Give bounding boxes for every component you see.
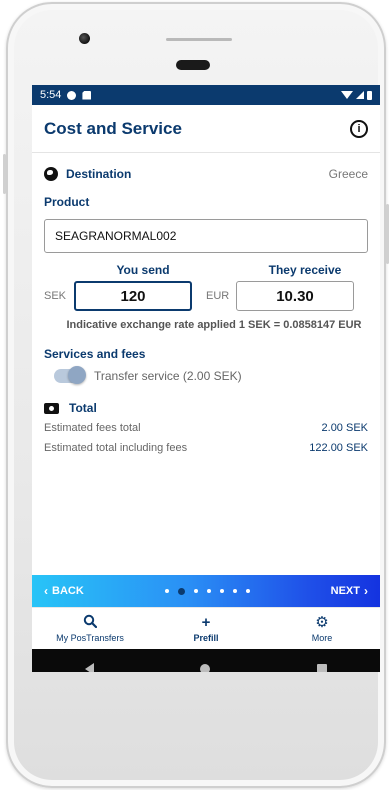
- tab-label: Prefill: [193, 633, 219, 643]
- total-label: Total: [69, 401, 97, 415]
- page-title: Cost and Service: [44, 118, 182, 138]
- back-button-label: BACK: [52, 585, 84, 597]
- product-label: Product: [44, 195, 90, 209]
- services-label-row: Services and fees: [32, 347, 380, 361]
- page-dot: [206, 589, 211, 593]
- signal-icon: [356, 91, 364, 99]
- page-indicator: [84, 587, 331, 595]
- next-button-label: NEXT: [330, 585, 360, 597]
- phone-screen: 5:54 Cost and Service i Destination Gree…: [32, 85, 380, 672]
- receive-label: They receive: [268, 263, 342, 277]
- tab-label: My PosTransfers: [56, 633, 124, 643]
- chevron-left-icon: ‹: [44, 584, 48, 598]
- receive-currency: EUR: [206, 290, 230, 302]
- send-label: You send: [116, 263, 170, 277]
- send-amount-input[interactable]: 120: [74, 281, 192, 311]
- transfer-service-label: Transfer service (2.00 SEK): [94, 369, 242, 383]
- product-field[interactable]: SEAGRANORMAL002: [44, 219, 368, 253]
- amounts-section: You send SEK 120 They receive EUR 10.30: [32, 263, 380, 311]
- android-recents-icon[interactable]: [316, 664, 327, 672]
- tab-prefill[interactable]: + Prefill: [156, 614, 256, 643]
- wifi-icon: [341, 91, 353, 99]
- fee-line-value: 122.00 SEK: [309, 442, 368, 454]
- page-dot: [232, 589, 237, 593]
- fee-line-value: 2.00 SEK: [321, 422, 368, 434]
- product-label-row: Product: [32, 195, 380, 209]
- notification-icon: [67, 90, 77, 100]
- fee-line: Estimated fees total 2.00 SEK: [32, 421, 380, 435]
- pager-bar: ‹ BACK NEXT ›: [32, 575, 380, 607]
- status-bar: 5:54: [32, 85, 380, 105]
- volume-button: [3, 154, 6, 194]
- search-icon: [83, 614, 98, 632]
- services-label: Services and fees: [44, 347, 146, 361]
- back-button[interactable]: ‹ BACK: [44, 584, 84, 598]
- total-label-row: Total: [32, 401, 380, 415]
- fee-line-key: Estimated total including fees: [44, 442, 188, 454]
- page-dot: [164, 589, 169, 593]
- next-button[interactable]: NEXT ›: [331, 584, 368, 598]
- tab-more[interactable]: ⚙ More: [272, 614, 372, 643]
- page-dot: [245, 589, 250, 593]
- android-home-icon[interactable]: [200, 664, 211, 672]
- send-column: You send SEK 120: [44, 263, 206, 311]
- receive-amount-value: 10.30: [276, 287, 314, 305]
- sim-card-icon: [82, 90, 92, 100]
- receive-amount-input[interactable]: 10.30: [236, 281, 354, 311]
- speaker-grille: [166, 38, 232, 41]
- toggle-knob: [68, 366, 86, 384]
- tab-bar: My PosTransfers + Prefill ⚙ More: [32, 607, 380, 649]
- front-camera: [79, 33, 90, 44]
- destination-value: Greece: [328, 167, 368, 181]
- page-dot: [193, 589, 198, 593]
- power-button: [386, 204, 389, 264]
- info-icon[interactable]: i: [350, 119, 368, 138]
- plus-icon: +: [201, 614, 211, 631]
- transfer-service-toggle[interactable]: [54, 366, 86, 384]
- receive-column: They receive EUR 10.30: [206, 263, 368, 311]
- globe-icon: [44, 167, 58, 181]
- battery-icon: [367, 90, 372, 100]
- status-time: 5:54: [40, 89, 62, 101]
- tab-label: More: [311, 633, 333, 643]
- android-nav-bar: [32, 649, 380, 672]
- chevron-right-icon: ›: [364, 584, 368, 598]
- destination-label: Destination: [66, 167, 132, 181]
- exchange-rate-text: Indicative exchange rate applied 1 SEK =…: [66, 319, 362, 331]
- page-dot-active: [177, 587, 185, 595]
- fee-line-key: Estimated fees total: [44, 422, 141, 434]
- tab-my-postransfers[interactable]: My PosTransfers: [40, 614, 140, 643]
- app-bar: Cost and Service i: [32, 105, 380, 153]
- earpiece: [176, 60, 210, 70]
- page-dot: [219, 589, 224, 593]
- product-value: SEAGRANORMAL002: [55, 229, 177, 243]
- destination-row: Destination Greece: [32, 165, 380, 183]
- transfer-service-row: Transfer service (2.00 SEK): [32, 366, 380, 384]
- send-amount-value: 120: [120, 287, 146, 305]
- cash-icon: [44, 402, 59, 414]
- fee-line: Estimated total including fees 122.00 SE…: [32, 441, 380, 455]
- gear-icon: ⚙: [315, 614, 329, 631]
- send-currency: SEK: [44, 290, 67, 302]
- android-back-icon[interactable]: [85, 663, 95, 672]
